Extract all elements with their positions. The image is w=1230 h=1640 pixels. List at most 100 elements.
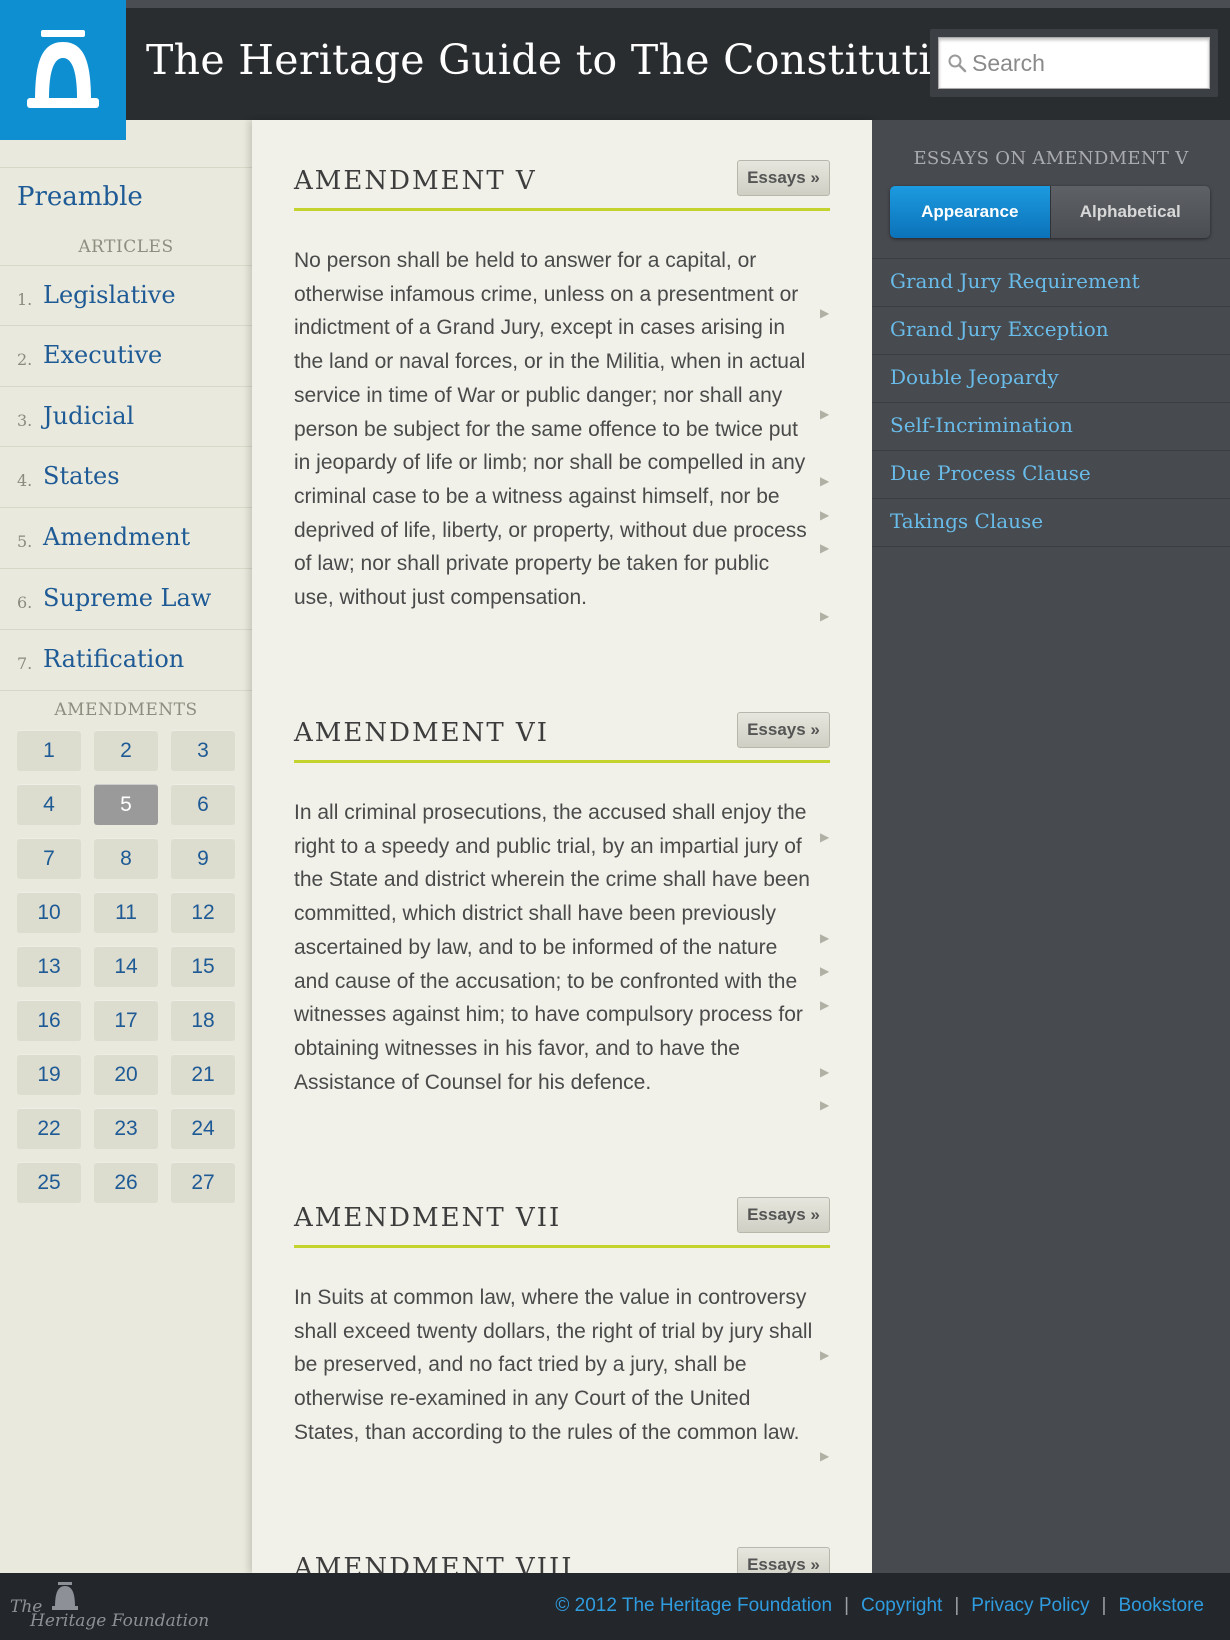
amendment-button-4[interactable]: 4 <box>17 784 81 825</box>
heritage-foundation-logo[interactable]: The Heritage Foundation <box>10 1581 209 1633</box>
amendment-text: In all criminal prosecutions, the accuse… <box>294 801 810 1094</box>
footer-separator: | <box>844 1595 849 1616</box>
amendment-button-25[interactable]: 25 <box>17 1162 81 1203</box>
essays-panel: ESSAYS ON AMENDMENT V Appearance Alphabe… <box>872 120 1230 1573</box>
footer-link-bookstore[interactable]: Bookstore <box>1118 1595 1204 1616</box>
amendment-button-10[interactable]: 10 <box>17 892 81 933</box>
sidebar-item-supreme-law[interactable]: 6. Supreme Law <box>0 568 252 628</box>
search-input[interactable] <box>972 38 1202 88</box>
footer-copyright[interactable]: © 2012 The Heritage Foundation <box>555 1595 832 1616</box>
amendment-button-13[interactable]: 13 <box>17 946 81 987</box>
article-label: States <box>43 462 120 490</box>
amendment-button-26[interactable]: 26 <box>94 1162 158 1203</box>
sidebar-item-ratification[interactable]: 7. Ratification <box>0 629 252 689</box>
footer-link-privacy-policy[interactable]: Privacy Policy <box>971 1595 1089 1616</box>
left-sidebar: Preamble ARTICLES 1. Legislative 2. Exec… <box>0 120 252 1573</box>
amendment-button-14[interactable]: 14 <box>94 946 158 987</box>
amendment-button-17[interactable]: 17 <box>94 1000 158 1041</box>
amendment-button-12[interactable]: 12 <box>171 892 235 933</box>
amendment-grid: 1 2 3 4 5 6 7 8 9 10 11 12 13 14 15 16 17 18 19 20 21 22 23 24 2… <box>17 730 237 1203</box>
essays-button[interactable]: Essays » <box>737 160 830 196</box>
amendment-button-27[interactable]: 27 <box>171 1162 235 1203</box>
footer-separator: | <box>954 1595 960 1616</box>
essay-link-double-jeopardy[interactable]: Double Jeopardy <box>872 355 1230 403</box>
article-label: Judicial <box>43 402 135 430</box>
essay-link-self-incrimination[interactable]: Self-Incrimination <box>872 403 1230 451</box>
top-header: The Heritage Guide to The Constitution <box>0 0 1230 140</box>
annotation-arrow-icon[interactable]: ▶ <box>820 306 829 320</box>
essay-link-grand-jury-exception[interactable]: Grand Jury Exception <box>872 307 1230 355</box>
annotation-arrow-icon[interactable]: ▶ <box>820 964 829 978</box>
amendment-button-15[interactable]: 15 <box>171 946 235 987</box>
sidebar-item-preamble[interactable]: Preamble <box>0 167 252 227</box>
amendment-title: AMENDMENT VII <box>294 1203 562 1233</box>
tab-appearance[interactable]: Appearance <box>890 186 1050 238</box>
tab-alphabetical[interactable]: Alphabetical <box>1049 186 1210 238</box>
sort-segmented-control: Appearance Alphabetical <box>890 186 1210 238</box>
article-number: 4. <box>17 471 33 490</box>
sidebar-item-states[interactable]: 4. States <box>0 446 252 506</box>
sidebar-item-amendment[interactable]: 5. Amendment <box>0 507 252 567</box>
essay-list: Grand Jury Requirement Grand Jury Except… <box>872 258 1230 547</box>
article-number: 7. <box>17 654 33 673</box>
essays-button[interactable]: Essays » <box>737 1197 830 1233</box>
sidebar-item-judicial[interactable]: 3. Judicial <box>0 386 252 446</box>
article-number: 3. <box>17 411 33 430</box>
amendment-button-18[interactable]: 18 <box>171 1000 235 1041</box>
annotation-arrow-icon[interactable]: ▶ <box>820 508 829 522</box>
essays-button[interactable]: Essays » <box>737 1547 830 1573</box>
article-number: 5. <box>17 532 33 551</box>
amendment-button-3[interactable]: 3 <box>171 730 235 771</box>
footer-link-copyright[interactable]: Copyright <box>861 1595 942 1616</box>
annotation-arrow-icon[interactable]: ▶ <box>820 1065 829 1079</box>
annotation-arrow-icon[interactable]: ▶ <box>820 1449 829 1463</box>
amendment-button-16[interactable]: 16 <box>17 1000 81 1041</box>
amendment-button-11[interactable]: 11 <box>94 892 158 933</box>
amendment-button-6[interactable]: 6 <box>171 784 235 825</box>
amendment-title: AMENDMENT V <box>294 166 537 196</box>
amendment-button-8[interactable]: 8 <box>94 838 158 879</box>
amendment-text: In Suits at common law, where the value … <box>294 1286 813 1444</box>
divider <box>0 690 252 691</box>
sidebar-item-executive[interactable]: 2. Executive <box>0 325 252 385</box>
liberty-bell-logo[interactable] <box>0 0 126 140</box>
essays-button[interactable]: Essays » <box>737 712 830 748</box>
amendment-text: No person shall be held to answer for a … <box>294 249 807 610</box>
amendment-button-20[interactable]: 20 <box>94 1054 158 1095</box>
amendment-button-21[interactable]: 21 <box>171 1054 235 1095</box>
footer: The Heritage Foundation © 2012 The Herit… <box>0 1573 1230 1640</box>
essays-panel-heading: ESSAYS ON AMENDMENT V <box>913 148 1189 169</box>
amendment-button-1[interactable]: 1 <box>17 730 81 771</box>
amendment-button-22[interactable]: 22 <box>17 1108 81 1149</box>
sidebar-item-legislative[interactable]: 1. Legislative <box>0 265 252 325</box>
search-box[interactable] <box>938 37 1210 89</box>
amendment-button-5[interactable]: 5 <box>94 784 158 825</box>
article-number: 6. <box>17 593 33 612</box>
title-rule <box>294 760 830 763</box>
annotation-arrow-icon[interactable]: ▶ <box>820 474 829 488</box>
annotation-arrow-icon[interactable]: ▶ <box>820 609 829 623</box>
amendment-title: AMENDMENT VI <box>294 718 549 748</box>
annotation-arrow-icon[interactable]: ▶ <box>820 1098 829 1112</box>
article-number: 2. <box>17 350 33 369</box>
annotation-arrow-icon[interactable]: ▶ <box>820 998 829 1012</box>
amendment-button-24[interactable]: 24 <box>171 1108 235 1149</box>
annotation-arrow-icon[interactable]: ▶ <box>820 407 829 421</box>
annotation-arrow-icon[interactable]: ▶ <box>820 1348 829 1362</box>
annotation-arrow-icon[interactable]: ▶ <box>820 541 829 555</box>
liberty-bell-icon <box>27 30 99 108</box>
amendment-button-19[interactable]: 19 <box>17 1054 81 1095</box>
amendment-button-9[interactable]: 9 <box>171 838 235 879</box>
footer-logo-text: Heritage Foundation <box>30 1611 210 1631</box>
article-number: 1. <box>17 290 33 309</box>
annotation-arrow-icon[interactable]: ▶ <box>820 931 829 945</box>
amendments-heading: AMENDMENTS <box>54 700 198 720</box>
amendment-button-2[interactable]: 2 <box>94 730 158 771</box>
amendment-button-23[interactable]: 23 <box>94 1108 158 1149</box>
main-content: AMENDMENT V Essays » No person shall be … <box>252 120 872 1573</box>
amendment-button-7[interactable]: 7 <box>17 838 81 879</box>
essay-link-due-process-clause[interactable]: Due Process Clause <box>872 451 1230 499</box>
essay-link-grand-jury-requirement[interactable]: Grand Jury Requirement <box>872 259 1230 307</box>
annotation-arrow-icon[interactable]: ▶ <box>820 830 829 844</box>
essay-link-takings-clause[interactable]: Takings Clause <box>872 499 1230 547</box>
